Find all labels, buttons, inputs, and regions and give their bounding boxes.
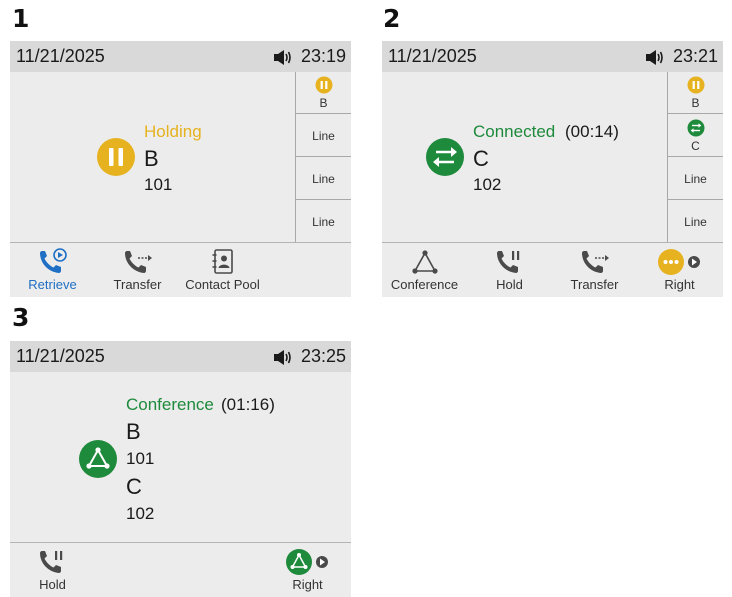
right-label: Right <box>664 277 695 292</box>
conference-status-icon <box>79 440 117 478</box>
status-date: 11/21/2025 <box>16 346 105 366</box>
transfer-icon <box>581 251 609 273</box>
transfer-button[interactable]: Transfer <box>552 243 637 298</box>
status-time: 23:19 <box>300 46 346 66</box>
line-keys: B C Line Line <box>667 72 723 242</box>
line-key-c[interactable]: C <box>668 115 723 157</box>
status-bar: 11/21/2025 23:25 <box>10 341 351 372</box>
conference-button[interactable]: Conference <box>382 243 467 298</box>
line-key-4[interactable]: Line <box>296 201 351 243</box>
call-area: Connected (00:14) C 102 <box>382 72 667 242</box>
speaker-icon <box>274 350 291 365</box>
line-key-label: Line <box>312 215 335 229</box>
transfer-small-icon <box>687 119 704 137</box>
hold-label: Hold <box>39 577 66 592</box>
right-button[interactable]: Right <box>637 243 722 298</box>
screen-connected: 11/21/2025 23:21 Connected (00:14) C 102 <box>382 41 723 297</box>
line-key-b[interactable]: B <box>668 72 723 114</box>
speaker-icon <box>274 50 291 65</box>
line-keys: B Line Line Line <box>295 72 351 242</box>
hold-label: Hold <box>496 277 523 292</box>
contact-pool-button[interactable]: Contact Pool <box>180 243 265 298</box>
caller-name: B <box>144 146 159 171</box>
retrieve-button[interactable]: Retrieve <box>10 243 95 298</box>
line-key-4[interactable]: Line <box>668 201 723 243</box>
retrieve-icon <box>39 248 67 273</box>
step-label-1: 1 <box>12 4 30 33</box>
line-key-label: Line <box>312 172 335 186</box>
status-date: 11/21/2025 <box>388 46 477 66</box>
transfer-status-icon <box>426 138 464 176</box>
status-time: 23:21 <box>672 46 718 66</box>
hold-button[interactable]: Hold <box>467 243 552 298</box>
screen-holding: 11/21/2025 23:19 Holding B 101 B Line Li… <box>10 41 351 297</box>
line-key-label: Line <box>684 172 707 186</box>
transfer-button[interactable]: Transfer <box>95 243 180 298</box>
call-status: Conference <box>126 395 214 414</box>
call-duration: (01:16) <box>221 395 275 414</box>
line-key-label: B <box>319 96 328 110</box>
screen-conference: 11/21/2025 23:25 Conference (01:16) B 10… <box>10 341 351 597</box>
status-date: 11/21/2025 <box>16 46 105 66</box>
status-bar: 11/21/2025 23:19 <box>10 41 351 72</box>
hold-button[interactable]: Hold <box>10 543 95 597</box>
call-duration: (00:14) <box>565 122 619 141</box>
party-2-name: C <box>126 474 142 499</box>
line-key-label: B <box>691 96 700 110</box>
contact-book-icon <box>212 249 233 274</box>
step-label-3: 3 <box>12 303 30 332</box>
status-bar: 11/21/2025 23:21 <box>382 41 723 72</box>
hold-icon <box>496 251 519 273</box>
line-key-label: Line <box>312 129 335 143</box>
party-2-number: 102 <box>126 504 155 523</box>
hold-small-icon <box>315 76 332 94</box>
retrieve-label: Retrieve <box>28 277 77 292</box>
transfer-label: Transfer <box>113 277 162 292</box>
hold-icon <box>39 551 62 573</box>
right-label: Right <box>292 577 323 592</box>
contact-pool-label: Contact Pool <box>185 277 260 292</box>
line-key-2[interactable]: Line <box>296 115 351 157</box>
party-1-name: B <box>126 419 141 444</box>
conference-label: Conference <box>390 277 459 292</box>
softkey-bar: Retrieve Transfer Contact Pool <box>10 242 351 297</box>
line-key-b[interactable]: B <box>296 72 351 114</box>
right-button[interactable]: Right <box>265 543 350 597</box>
line-key-3[interactable]: Line <box>668 158 723 200</box>
softkey-bar: Conference Hold Transfer Right <box>382 242 723 297</box>
transfer-icon <box>124 251 152 273</box>
call-status: Connected <box>473 122 556 141</box>
call-area: Conference (01:16) B 101 C 102 <box>10 372 351 542</box>
caller-name: C <box>473 146 489 171</box>
hold-status-icon <box>97 138 135 176</box>
more-icon <box>657 249 700 275</box>
call-area: Holding B 101 <box>10 72 295 242</box>
softkey-bar: Hold Right <box>10 542 351 597</box>
hold-small-icon <box>687 76 704 94</box>
conference-more-icon <box>285 549 328 575</box>
caller-number: 102 <box>473 175 502 194</box>
speaker-icon <box>646 50 663 65</box>
party-1-number: 101 <box>126 449 155 468</box>
line-key-3[interactable]: Line <box>296 158 351 200</box>
conference-icon <box>411 250 438 274</box>
caller-number: 101 <box>144 175 173 194</box>
line-key-label: C <box>691 139 700 153</box>
call-status: Holding <box>144 122 202 141</box>
transfer-label: Transfer <box>570 277 619 292</box>
status-time: 23:25 <box>300 346 346 366</box>
line-key-label: Line <box>684 215 707 229</box>
step-label-2: 2 <box>383 4 401 33</box>
